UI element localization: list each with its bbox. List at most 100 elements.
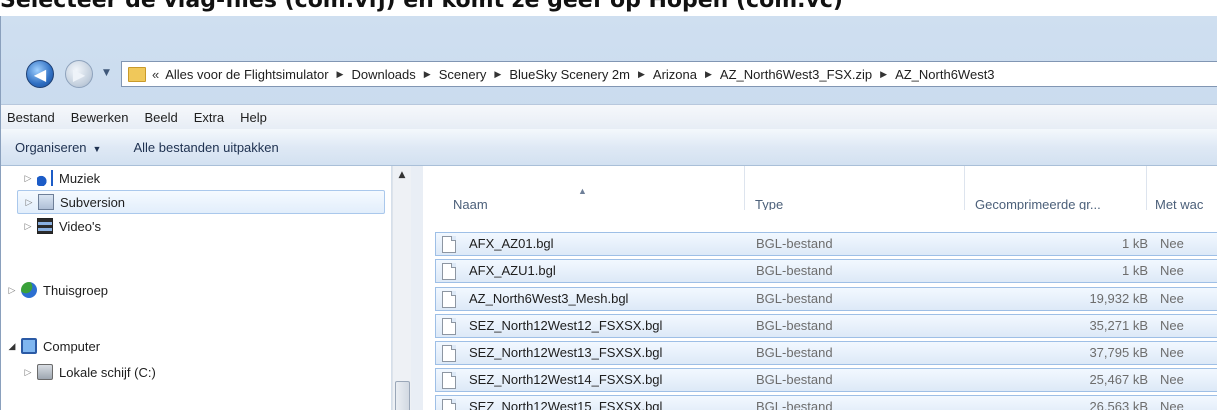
menu-tools[interactable]: Extra xyxy=(186,110,232,125)
file-icon xyxy=(442,345,456,362)
nav-label: Computer xyxy=(43,338,101,354)
breadcrumb-item[interactable]: AZ_North6West3 xyxy=(895,67,994,82)
address-row: ◀ ▶ ▼ « Alles voor de Flightsimulator ▶ … xyxy=(1,58,1217,90)
menu-help[interactable]: Help xyxy=(232,110,275,125)
subversion-icon xyxy=(38,194,54,210)
nav-item-music[interactable]: ▷ Muziek xyxy=(1,166,385,190)
file-type: BGL-bestand xyxy=(756,372,833,387)
nav-item-local-disk[interactable]: ▷ Lokale schijf (C:) xyxy=(1,360,385,384)
nav-item-computer[interactable]: ◢ Computer xyxy=(1,334,385,358)
file-icon xyxy=(442,263,456,280)
file-type: BGL-bestand xyxy=(756,399,833,410)
file-password: Nee xyxy=(1160,372,1184,387)
forward-arrow-icon: ▶ xyxy=(72,65,86,84)
organize-button[interactable]: Organiseren ▼ xyxy=(1,140,119,155)
nav-label: Video's xyxy=(59,218,101,234)
nav-item-subversion[interactable]: ▷ Subversion xyxy=(17,190,385,214)
file-name: AFX_AZ01.bgl xyxy=(469,236,554,251)
expand-icon[interactable]: ▷ xyxy=(21,173,35,184)
table-row[interactable]: AFX_AZ01.bgl BGL-bestand 1 kB Nee xyxy=(435,232,1217,256)
column-header-compressed-size[interactable]: Gecomprimeerde gr... xyxy=(965,166,1147,210)
breadcrumb-item[interactable]: Arizona xyxy=(653,67,697,82)
breadcrumb-separator-icon[interactable]: ▶ xyxy=(880,69,887,80)
menu-file[interactable]: Bestand xyxy=(1,110,63,125)
chevron-down-icon: ▼ xyxy=(92,143,102,154)
table-row[interactable]: SEZ_North12West13_FSXSX.bgl BGL-bestand … xyxy=(435,341,1217,365)
back-button[interactable]: ◀ xyxy=(26,60,54,88)
pane-splitter[interactable] xyxy=(411,166,423,410)
file-type: BGL-bestand xyxy=(756,345,833,360)
file-size: 35,271 kB xyxy=(1089,318,1148,333)
expand-icon[interactable]: ▷ xyxy=(21,221,35,232)
file-password: Nee xyxy=(1160,318,1184,333)
file-password: Nee xyxy=(1160,399,1184,410)
file-size: 1 kB xyxy=(1121,236,1148,251)
nav-item-videos[interactable]: ▷ Video's xyxy=(1,214,385,238)
column-header-row: Naam ▲ Type Gecomprimeerde gr... Met wac xyxy=(423,166,1217,210)
breadcrumb-separator-icon[interactable]: ▶ xyxy=(705,69,712,80)
file-type: BGL-bestand xyxy=(756,236,833,251)
music-icon xyxy=(37,170,53,186)
page-caption: Selecteer de vlag-files (com.vfj) en kom… xyxy=(0,0,843,13)
file-name: SEZ_North12West15_FSXSX.bgl xyxy=(469,399,663,410)
navigation-scrollbar[interactable]: ▲ xyxy=(392,166,411,410)
expand-icon[interactable]: ▷ xyxy=(21,367,35,378)
nav-label: Subversion xyxy=(60,194,126,210)
file-type: BGL-bestand xyxy=(756,291,833,306)
file-size: 19,932 kB xyxy=(1089,291,1148,306)
column-header-type[interactable]: Type xyxy=(745,166,965,210)
file-icon xyxy=(442,372,456,389)
file-size: 26,563 kB xyxy=(1089,399,1148,410)
back-arrow-icon: ◀ xyxy=(33,65,47,84)
menu-bar: Bestand Bewerken Beeld Extra Help xyxy=(1,104,1217,130)
expand-icon[interactable]: ▷ xyxy=(5,285,19,296)
file-icon xyxy=(442,291,456,308)
breadcrumb-separator-icon[interactable]: ▶ xyxy=(638,69,645,80)
file-password: Nee xyxy=(1160,291,1184,306)
file-type: BGL-bestand xyxy=(756,263,833,278)
address-bar[interactable]: « Alles voor de Flightsimulator ▶ Downlo… xyxy=(121,61,1217,87)
breadcrumb-item[interactable]: BlueSky Scenery 2m xyxy=(509,67,630,82)
recent-pages-dropdown[interactable]: ▼ xyxy=(103,68,110,78)
table-row[interactable]: SEZ_North12West12_FSXSX.bgl BGL-bestand … xyxy=(435,314,1217,338)
table-row[interactable]: AFX_AZU1.bgl BGL-bestand 1 kB Nee xyxy=(435,259,1217,283)
folder-icon xyxy=(128,66,146,82)
file-name: SEZ_North12West12_FSXSX.bgl xyxy=(469,318,663,333)
breadcrumb-overflow[interactable]: « xyxy=(152,67,159,82)
file-icon xyxy=(442,236,456,253)
command-bar: Organiseren ▼ Alle bestanden uitpakken xyxy=(1,129,1217,166)
breadcrumb-separator-icon[interactable]: ▶ xyxy=(337,69,344,80)
nav-label: Thuisgroep xyxy=(43,282,109,298)
computer-icon xyxy=(21,338,37,354)
breadcrumb-item[interactable]: Alles voor de Flightsimulator xyxy=(165,67,328,82)
column-header-password[interactable]: Met wac xyxy=(1147,166,1217,210)
extract-all-button[interactable]: Alle bestanden uitpakken xyxy=(119,140,296,155)
breadcrumb-separator-icon[interactable]: ▶ xyxy=(494,69,501,80)
breadcrumb-separator-icon[interactable]: ▶ xyxy=(424,69,431,80)
file-password: Nee xyxy=(1160,345,1184,360)
expand-icon[interactable]: ▷ xyxy=(22,197,36,208)
homegroup-icon xyxy=(21,282,37,298)
breadcrumb-item[interactable]: Scenery xyxy=(439,67,487,82)
file-password: Nee xyxy=(1160,263,1184,278)
collapse-icon[interactable]: ◢ xyxy=(5,341,19,352)
file-size: 25,467 kB xyxy=(1089,372,1148,387)
file-name: AFX_AZU1.bgl xyxy=(469,263,556,278)
menu-view[interactable]: Beeld xyxy=(137,110,186,125)
menu-edit[interactable]: Bewerken xyxy=(63,110,137,125)
file-password: Nee xyxy=(1160,236,1184,251)
scroll-thumb[interactable] xyxy=(395,381,410,410)
navigation-pane: ▷ Muziek ▷ Subversion ▷ Video's ▷ Thuisg… xyxy=(1,166,392,410)
organize-label: Organiseren xyxy=(15,139,87,155)
table-row[interactable]: SEZ_North12West15_FSXSX.bgl BGL-bestand … xyxy=(435,395,1217,410)
nav-item-homegroup[interactable]: ▷ Thuisgroep xyxy=(1,278,385,302)
file-name: SEZ_North12West14_FSXSX.bgl xyxy=(469,372,663,387)
nav-label: Lokale schijf (C:) xyxy=(59,364,156,380)
breadcrumb-item[interactable]: AZ_North6West3_FSX.zip xyxy=(720,67,872,82)
scroll-up-icon[interactable]: ▲ xyxy=(393,170,411,180)
breadcrumb-item[interactable]: Downloads xyxy=(351,67,415,82)
table-row[interactable]: AZ_North6West3_Mesh.bgl BGL-bestand 19,9… xyxy=(435,287,1217,311)
file-name: AZ_North6West3_Mesh.bgl xyxy=(469,291,629,306)
table-row[interactable]: SEZ_North12West14_FSXSX.bgl BGL-bestand … xyxy=(435,368,1217,392)
forward-button[interactable]: ▶ xyxy=(65,60,93,88)
